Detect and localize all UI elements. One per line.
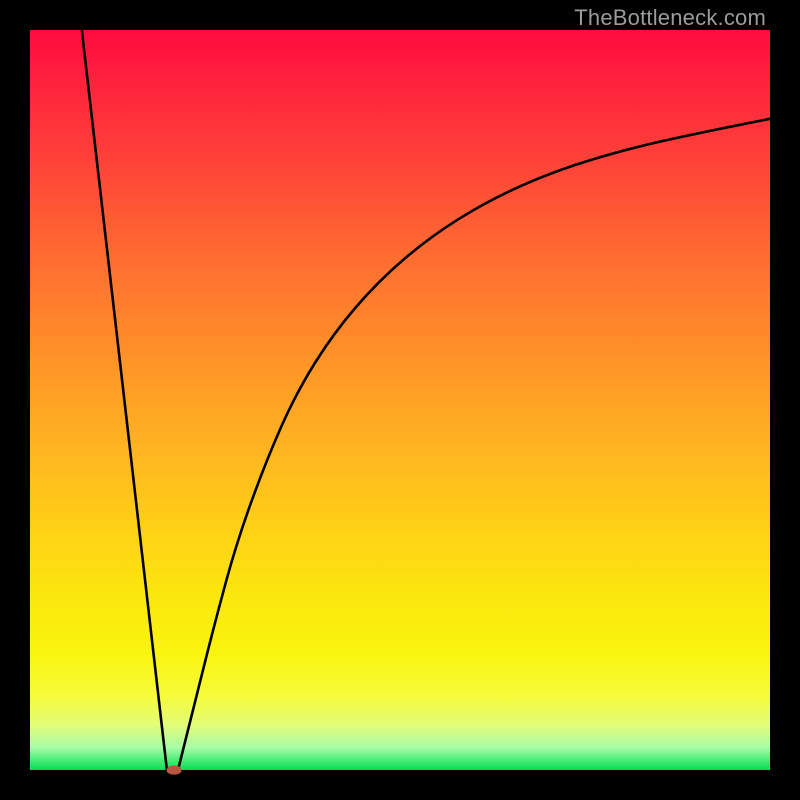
watermark-text: TheBottleneck.com: [574, 5, 766, 31]
chart-frame: TheBottleneck.com: [0, 0, 800, 800]
optimum-marker: [167, 766, 182, 775]
bottleneck-curve: [82, 30, 770, 770]
curve-layer: [0, 0, 800, 800]
